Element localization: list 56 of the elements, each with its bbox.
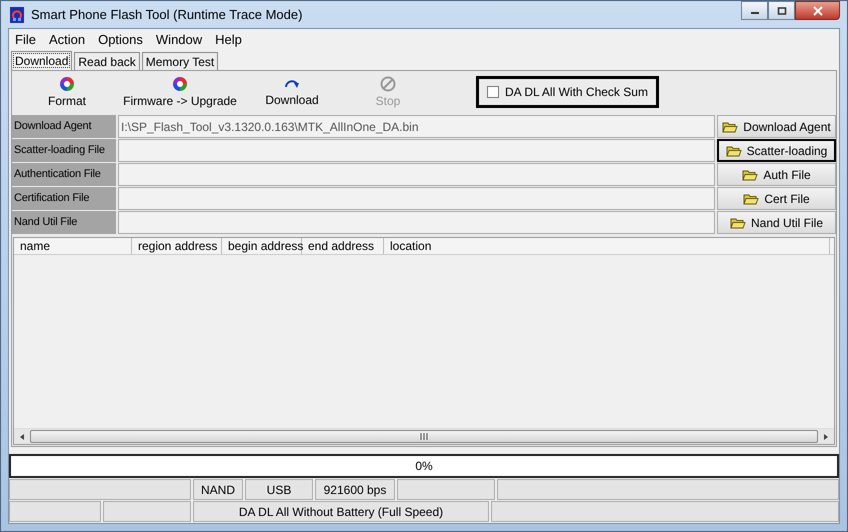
browse-button[interactable]: Cert File	[717, 187, 836, 210]
browse-button[interactable]: Auth File	[717, 163, 836, 186]
column-header[interactable]: region address	[132, 238, 222, 254]
field-label: Authentication File	[12, 163, 116, 186]
recycle-icon	[172, 76, 188, 92]
folder-icon	[743, 192, 760, 204]
recycle-icon	[59, 76, 75, 92]
browse-button[interactable]: Scatter-loading	[717, 139, 836, 162]
scroll-thumb[interactable]	[30, 430, 818, 443]
status-cell: NAND	[193, 479, 243, 500]
field-label: Scatter-loading File	[12, 139, 116, 162]
column-header[interactable]: name	[14, 238, 132, 254]
folder-icon	[722, 120, 738, 132]
app-icon	[9, 6, 25, 24]
field-label: Download Agent	[12, 115, 116, 138]
progress-percent: 0%	[415, 459, 433, 473]
status-cell: 921600 bps	[315, 479, 395, 500]
folder-icon	[726, 144, 742, 156]
file-path-field[interactable]: I:\SP_Flash_Tool_v3.1320.0.163\MTK_AllInOne_DA.bin	[118, 115, 715, 138]
column-header[interactable]: end address	[302, 238, 384, 254]
folder-icon	[742, 168, 758, 180]
browse-button[interactable]: Download Agent	[717, 115, 836, 138]
field-label: Nand Util File	[12, 211, 116, 234]
browse-button[interactable]: Nand Util File	[717, 211, 836, 234]
menu-item[interactable]: Window	[156, 32, 202, 46]
close-icon	[812, 6, 824, 16]
menu-item[interactable]: Action	[48, 32, 86, 46]
status-cell: USB	[245, 479, 313, 500]
field-label: Certification File	[12, 187, 116, 210]
tab[interactable]: Memory Test	[142, 52, 218, 70]
firmware-button[interactable]: Firmware -> Upgrade	[116, 76, 244, 108]
tab[interactable]: Read back	[74, 52, 140, 70]
column-header[interactable]: location	[384, 238, 830, 254]
file-path-field[interactable]	[118, 139, 715, 162]
minimize-button[interactable]	[741, 1, 768, 20]
format-button[interactable]: Format	[18, 76, 116, 108]
scroll-left-icon	[18, 432, 26, 440]
menu-item[interactable]: Help	[215, 32, 242, 46]
tab[interactable]: Download	[11, 51, 72, 70]
maximize-icon	[776, 6, 786, 14]
menu-item[interactable]: Options	[98, 32, 143, 46]
download-button[interactable]: Download	[244, 77, 340, 107]
column-header[interactable]: begin address	[222, 238, 302, 254]
close-button[interactable]	[795, 1, 840, 20]
checksum-checkbox[interactable]: DA DL All With Check Sum	[476, 76, 659, 108]
file-path-field[interactable]	[118, 211, 715, 234]
stop-icon	[380, 76, 396, 92]
window-title: Smart Phone Flash Tool (Runtime Trace Mode)	[31, 7, 302, 22]
scroll-right-icon	[822, 432, 830, 440]
maximize-button[interactable]	[768, 1, 795, 20]
menu-item[interactable]: File	[15, 32, 36, 46]
folder-icon	[730, 216, 746, 228]
file-path-field[interactable]	[118, 163, 715, 186]
file-path-field[interactable]	[118, 187, 715, 210]
horizontal-scrollbar[interactable]	[14, 428, 834, 444]
status-cell: DA DL All Without Battery (Full Speed)	[193, 501, 489, 522]
